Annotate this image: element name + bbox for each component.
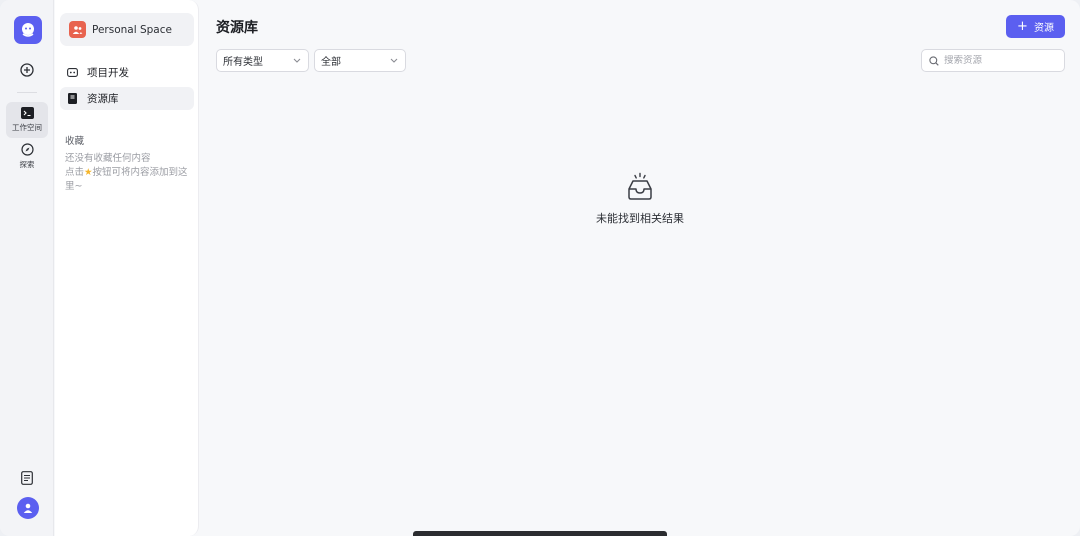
type-filter-value: 所有类型 [223, 57, 263, 68]
robot-icon [65, 66, 79, 80]
docs-button[interactable] [6, 468, 48, 488]
search-input[interactable] [944, 55, 1064, 66]
empty-message: 未能找到相关结果 [596, 212, 684, 225]
main-content: 资源库 + 资源 所有类型 全部 搜索资源 未能找到相关结果 [200, 0, 1080, 536]
add-resource-label: 资源 [1033, 23, 1054, 34]
nav-label-resources: 资源库 [87, 93, 119, 105]
page-title: 资源库 [216, 20, 258, 36]
rail-item-explore[interactable]: 探索 [6, 140, 48, 172]
document-icon [21, 471, 33, 485]
star-icon: ★ [84, 167, 93, 178]
nav-item-project-dev[interactable]: 项目开发 [60, 61, 194, 84]
favorites-title: 收藏 [65, 136, 85, 147]
book-icon [65, 92, 79, 106]
rail-divider [17, 92, 37, 93]
scope-filter-select[interactable]: 全部 [314, 49, 406, 72]
type-filter-select[interactable]: 所有类型 [216, 49, 309, 72]
empty-state: 未能找到相关结果 [572, 172, 708, 226]
logo-icon [22, 23, 34, 37]
terminal-icon [20, 107, 34, 119]
scope-filter-value: 全部 [321, 57, 341, 68]
avatar[interactable] [17, 497, 39, 519]
chevron-down-icon [390, 58, 398, 63]
nav-item-resources[interactable]: 资源库 [60, 87, 194, 110]
favorites-empty-hint: 还没有收藏任何内容 点击★按钮可将内容添加到这里~ [65, 152, 193, 194]
left-rail: 工作空间 探索 [0, 0, 54, 536]
favorites-empty-line2: 点击★按钮可将内容添加到这里~ [65, 166, 193, 194]
add-resource-button[interactable]: + 资源 [1006, 15, 1065, 38]
side-panel: Personal Space 项目开发 资源库 收藏 还没有收藏任何内容 点击★… [55, 0, 199, 536]
search-box [921, 49, 1065, 72]
rail-label-explore: 探索 [19, 159, 35, 169]
create-button[interactable] [6, 60, 48, 80]
team-icon [69, 21, 86, 38]
compass-icon [20, 142, 34, 156]
space-switcher[interactable]: Personal Space [60, 13, 194, 46]
chevron-down-icon [293, 58, 301, 63]
rail-item-workspace[interactable]: 工作空间 [6, 102, 48, 138]
home-indicator [413, 531, 667, 536]
app-window: 工作空间 探索 Personal Space 项目开发 资源库 收藏 还没有收藏… [0, 0, 1080, 536]
favorites-empty-line2-pre: 点击 [65, 167, 85, 178]
favorites-empty-line1: 还没有收藏任何内容 [65, 153, 151, 164]
space-name: Personal Space [92, 23, 172, 36]
rail-label-workspace: 工作空间 [12, 123, 42, 132]
plus-icon: + [1017, 19, 1028, 34]
app-logo[interactable] [14, 16, 42, 44]
nav-label-project-dev: 项目开发 [87, 67, 129, 79]
empty-inbox-icon [628, 172, 652, 200]
plus-circle-icon [20, 63, 34, 77]
search-icon [929, 55, 939, 66]
user-icon [23, 503, 33, 513]
